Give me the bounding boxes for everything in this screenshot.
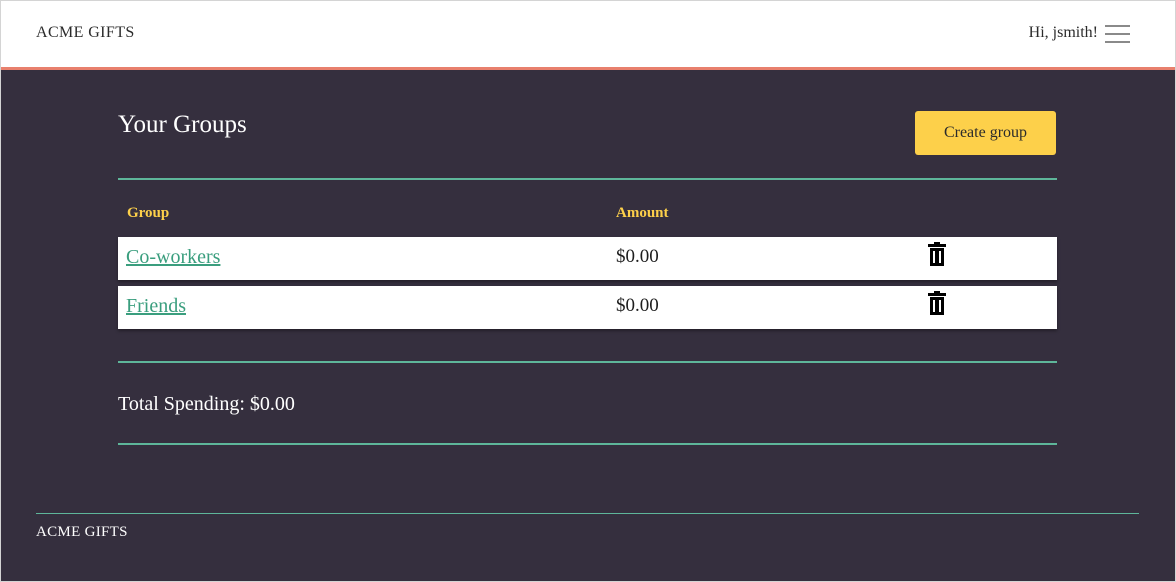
app-frame: ACME GIFTS Hi, jsmith! Your Groups Creat… [0, 0, 1176, 582]
brand-logo[interactable]: ACME GIFTS [36, 24, 135, 42]
footer-brand: ACME GIFTS [36, 524, 128, 540]
top-nav-bar: ACME GIFTS Hi, jsmith! [1, 1, 1175, 70]
footer-divider [36, 513, 1139, 514]
user-greeting: Hi, jsmith! [1028, 24, 1098, 41]
group-link-friends[interactable]: Friends [126, 295, 186, 318]
column-header-amount: Amount [616, 205, 669, 221]
page-title: Your Groups [118, 111, 247, 138]
hamburger-menu-icon[interactable] [1105, 25, 1130, 43]
table-row: Co-workers $0.00 [118, 237, 1057, 280]
group-amount: $0.00 [616, 295, 659, 316]
column-header-group: Group [127, 205, 170, 221]
table-row: Friends $0.00 [118, 286, 1057, 329]
create-group-button[interactable]: Create group [915, 111, 1056, 155]
total-spending: Total Spending: $0.00 [118, 393, 295, 415]
divider [118, 443, 1057, 445]
trash-icon[interactable] [928, 291, 946, 315]
divider [118, 178, 1057, 180]
group-link-co-workers[interactable]: Co-workers [126, 246, 220, 269]
trash-icon[interactable] [928, 242, 946, 266]
group-amount: $0.00 [616, 246, 659, 267]
divider [118, 361, 1057, 363]
